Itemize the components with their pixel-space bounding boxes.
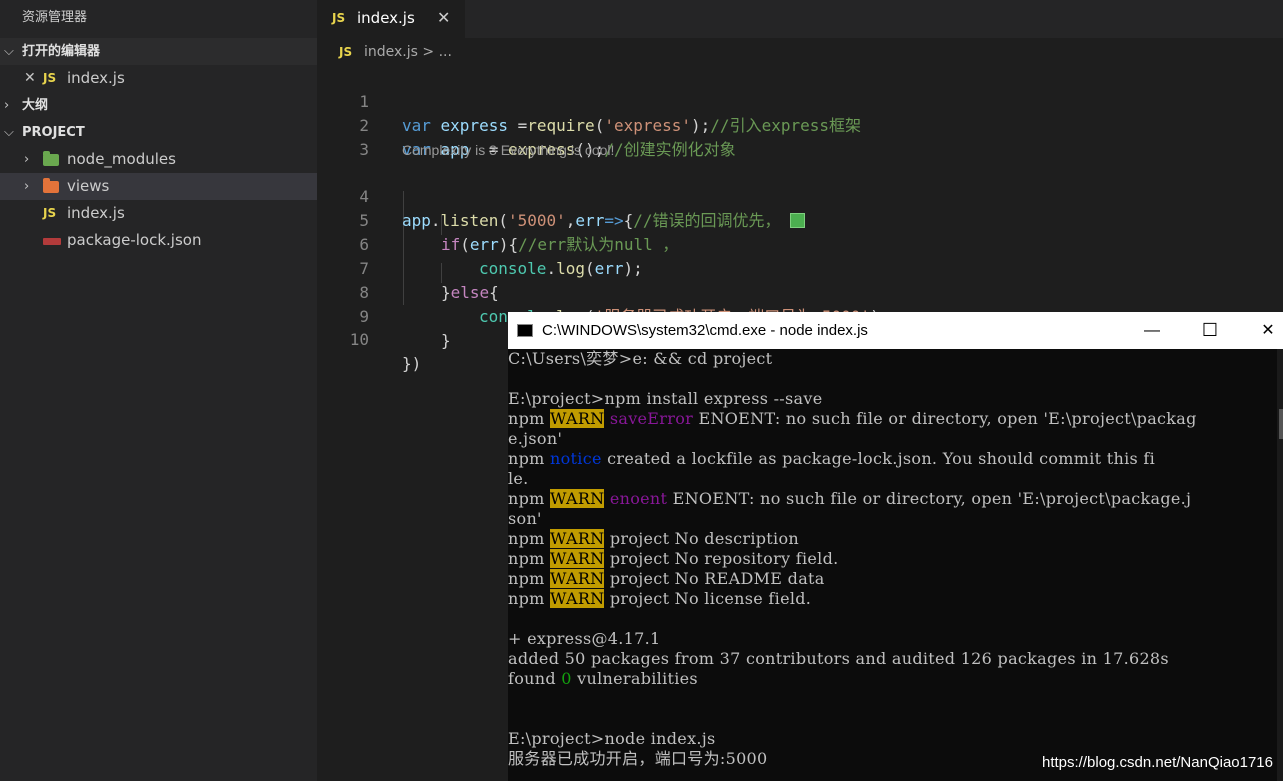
terminal-line: npm WARN project No description	[508, 529, 799, 548]
open-editors-label: 打开的编辑器	[22, 44, 101, 59]
tab-bar: JS index.js ✕	[317, 0, 1283, 38]
explorer-sidebar: 资源管理器 ⌵ 打开的编辑器 ✕ JS index.js › 大纲 ⌵ PROJ…	[0, 0, 317, 781]
scrollbar-thumb[interactable]	[1279, 409, 1283, 439]
tree-item-label: index.js	[67, 204, 125, 222]
tree-item-index-js[interactable]: JS index.js	[0, 200, 317, 227]
terminal-line: e.json'	[508, 429, 563, 448]
terminal-scrollbar[interactable]	[1277, 349, 1283, 781]
line-number: 10	[349, 330, 369, 349]
tree-item-node-modules[interactable]: › node_modules	[0, 146, 317, 173]
project-label: PROJECT	[22, 125, 85, 140]
terminal-line: npm WARN project No license field.	[508, 589, 812, 608]
terminal-line: found 0 vulnerabilities	[508, 669, 698, 688]
close-icon[interactable]: ✕	[24, 65, 36, 92]
terminal-line: 服务器已成功开启，端口号为:5000	[508, 749, 768, 768]
terminal-line: added 50 packages from 37 contributors a…	[508, 649, 1169, 668]
outline-section[interactable]: › 大纲	[0, 92, 317, 119]
tree-item-package-lock[interactable]: package-lock.json	[0, 227, 317, 254]
open-editor-item-index-js[interactable]: ✕ JS index.js	[0, 65, 317, 92]
minimize-button[interactable]: —	[1129, 312, 1175, 349]
project-section[interactable]: ⌵ PROJECT	[0, 119, 317, 146]
cmd-titlebar[interactable]: C:\WINDOWS\system32\cmd.exe - node index…	[508, 312, 1283, 349]
chevron-right-icon: ›	[24, 179, 30, 194]
close-icon[interactable]: ✕	[437, 0, 450, 36]
code-line: 2 var app = express();//创建实例化对象	[317, 90, 1283, 159]
views-folder-icon	[43, 173, 59, 202]
code-line: 4 app.listen('5000',err=>{//错误的回调优先，	[317, 161, 1283, 230]
outline-label: 大纲	[22, 98, 49, 113]
code-line: 1 var express =require('express');//引入ex…	[317, 66, 1283, 135]
cmd-title: C:\WINDOWS\system32\cmd.exe - node index…	[542, 322, 868, 339]
code-line: 9 }	[317, 281, 1283, 350]
terminal-line: npm WARN project No repository field.	[508, 549, 839, 568]
breadcrumb-text[interactable]: index.js > ...	[364, 38, 452, 66]
chevron-down-icon: ⌵	[4, 44, 14, 59]
js-file-icon: JS	[43, 71, 57, 85]
chevron-right-icon: ›	[4, 98, 10, 113]
chevron-right-icon: ›	[24, 152, 30, 167]
breadcrumb[interactable]: JS index.js > ...	[317, 38, 1283, 66]
js-file-icon: JS	[332, 11, 346, 25]
terminal-line: son'	[508, 509, 542, 528]
npm-file-icon	[43, 227, 61, 254]
tree-item-views[interactable]: › views	[0, 173, 317, 200]
code-text: })	[402, 354, 422, 373]
terminal-line: E:\project>node index.js	[508, 729, 716, 748]
codelens-hint[interactable]: Complexity is 3 Everything is cool!	[402, 142, 614, 158]
js-file-icon: JS	[339, 45, 353, 59]
terminal-output[interactable]: C:\Users\奕梦>e: && cd project E:\project>…	[508, 349, 1283, 781]
terminal-line: C:\Users\奕梦>e: && cd project	[508, 349, 773, 368]
code-line: 3	[317, 114, 1283, 159]
tree-item-label: package-lock.json	[67, 231, 202, 249]
tab-index-js[interactable]: JS index.js ✕	[317, 0, 465, 38]
code-line: 7 }else{	[317, 233, 1283, 302]
terminal-line: npm WARN enoent ENOENT: no such file or …	[508, 489, 1192, 508]
cmd-window[interactable]: C:\WINDOWS\system32\cmd.exe - node index…	[508, 312, 1283, 781]
terminal-line: npm notice created a lockfile as package…	[508, 449, 1156, 468]
close-button[interactable]: ✕	[1245, 312, 1283, 349]
tree-item-label: views	[67, 177, 110, 195]
open-editor-label: index.js	[67, 69, 125, 87]
open-editors-section[interactable]: ⌵ 打开的编辑器	[0, 38, 317, 65]
watermark: https://blog.csdn.net/NanQiao1716	[1042, 754, 1273, 771]
js-file-icon: JS	[43, 206, 57, 220]
cmd-app-icon	[517, 324, 533, 337]
tree-item-label: node_modules	[67, 150, 176, 168]
terminal-line: npm WARN saveError ENOENT: no such file …	[508, 409, 1197, 428]
terminal-line: le.	[508, 469, 529, 488]
code-text: }	[441, 331, 451, 350]
code-line: 6 console.log(err);	[317, 209, 1283, 278]
terminal-line: E:\project>npm install express --save	[508, 389, 823, 408]
tab-label: index.js	[357, 9, 415, 27]
maximize-button[interactable]: ☐	[1187, 312, 1233, 349]
node-folder-icon	[43, 146, 59, 175]
code-line: 8 console.log('服务器已成功开启，端口号为:5000')	[317, 257, 1283, 326]
explorer-title: 资源管理器	[22, 10, 88, 25]
chevron-down-icon: ⌵	[4, 125, 14, 140]
line-number: 3	[359, 140, 369, 159]
code-line: 5 if(err){//err默认为null ，	[317, 185, 1283, 254]
terminal-line: npm WARN project No README data	[508, 569, 825, 588]
terminal-line: + express@4.17.1	[508, 629, 661, 648]
